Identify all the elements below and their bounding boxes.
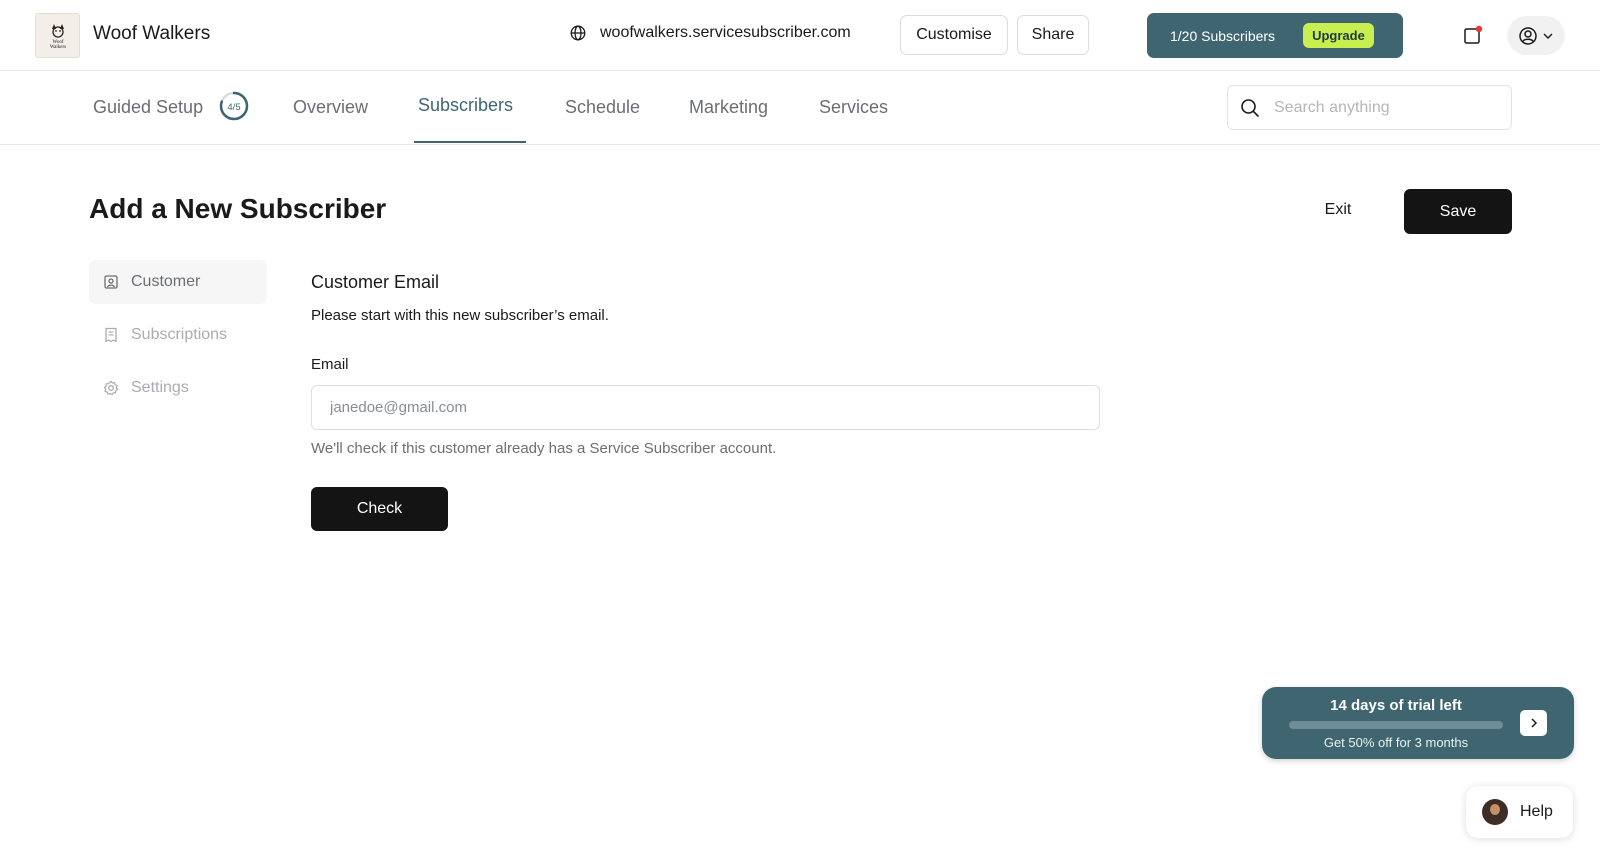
email-hint: We'll check if this customer already has… xyxy=(311,440,777,457)
sidebar-item-subscriptions[interactable]: Subscriptions xyxy=(89,313,267,357)
tab-marketing[interactable]: Marketing xyxy=(689,97,768,118)
site-url: woofwalkers.servicesubscriber.com xyxy=(600,24,851,41)
customise-button[interactable]: Customise xyxy=(900,15,1008,55)
guided-setup-badge: 4/5 xyxy=(227,102,240,113)
tab-subscribers[interactable]: Subscribers xyxy=(418,95,513,116)
svg-text:Walkers: Walkers xyxy=(49,45,65,50)
email-label: Email xyxy=(311,356,349,373)
guided-setup-progress: 4/5 xyxy=(219,91,249,121)
trial-title: 14 days of trial left xyxy=(1330,697,1462,714)
brand-logo[interactable]: Woof Walkers xyxy=(35,13,80,58)
tab-services[interactable]: Services xyxy=(819,97,888,118)
gear-icon xyxy=(103,380,119,396)
trial-offer: Get 50% off for 3 months xyxy=(1323,735,1469,750)
share-button[interactable]: Share xyxy=(1017,15,1089,55)
sidebar-item-label: Customer xyxy=(131,273,201,290)
main-nav: Guided Setup 4/5 Overview Subscribers Sc… xyxy=(0,71,1600,145)
search-input[interactable] xyxy=(1274,98,1494,117)
site-link[interactable]: woofwalkers.servicesubscriber.com xyxy=(570,24,851,42)
section-description: Please start with this new subscriber’s … xyxy=(311,307,609,324)
tab-guided-setup[interactable]: Guided Setup xyxy=(93,97,203,118)
check-button[interactable]: Check xyxy=(311,487,448,531)
page-title: Add a New Subscriber xyxy=(89,193,387,224)
sidebar-item-customer[interactable]: Customer xyxy=(89,260,267,304)
exit-button[interactable]: Exit xyxy=(1304,190,1372,230)
plan-usage-text: 1/20 Subscribers xyxy=(1170,27,1276,44)
save-button[interactable]: Save xyxy=(1404,189,1512,234)
chevron-right-icon xyxy=(1530,718,1537,728)
search-icon xyxy=(1241,98,1259,117)
trial-progress-bar xyxy=(1289,721,1503,729)
tab-schedule[interactable]: Schedule xyxy=(565,97,640,118)
tab-overview[interactable]: Overview xyxy=(293,97,368,118)
brand-name: Woof Walkers xyxy=(93,23,211,44)
receipt-icon xyxy=(105,327,117,343)
sidebar-item-settings[interactable]: Settings xyxy=(89,366,267,410)
active-tab-indicator xyxy=(414,141,526,143)
chevron-down-icon xyxy=(1543,33,1553,39)
trial-banner[interactable]: 14 days of trial left Get 50% off for 3 … xyxy=(1262,687,1574,759)
plan-usage-banner[interactable]: 1/20 Subscribers Upgrade xyxy=(1147,13,1403,58)
search-box[interactable] xyxy=(1227,85,1512,130)
account-icon xyxy=(1519,26,1537,45)
account-menu[interactable] xyxy=(1507,16,1565,55)
customer-icon xyxy=(104,275,118,289)
dog-logo-icon: Woof Walkers xyxy=(49,23,66,50)
help-label: Help xyxy=(1520,803,1553,820)
avatar xyxy=(1482,799,1508,825)
trial-open-button[interactable] xyxy=(1520,710,1547,736)
help-button[interactable]: Help xyxy=(1466,786,1573,838)
sidebar-item-label: Subscriptions xyxy=(131,326,228,343)
notification-icon[interactable] xyxy=(1463,25,1483,45)
upgrade-button[interactable]: Upgrade xyxy=(1303,23,1374,48)
top-header: Woof Walkers Woof Walkers woofwalkers.se… xyxy=(0,0,1600,71)
email-field[interactable] xyxy=(311,385,1100,430)
globe-icon xyxy=(570,25,586,41)
sidebar-item-label: Settings xyxy=(131,379,189,396)
section-title: Customer Email xyxy=(311,272,440,292)
